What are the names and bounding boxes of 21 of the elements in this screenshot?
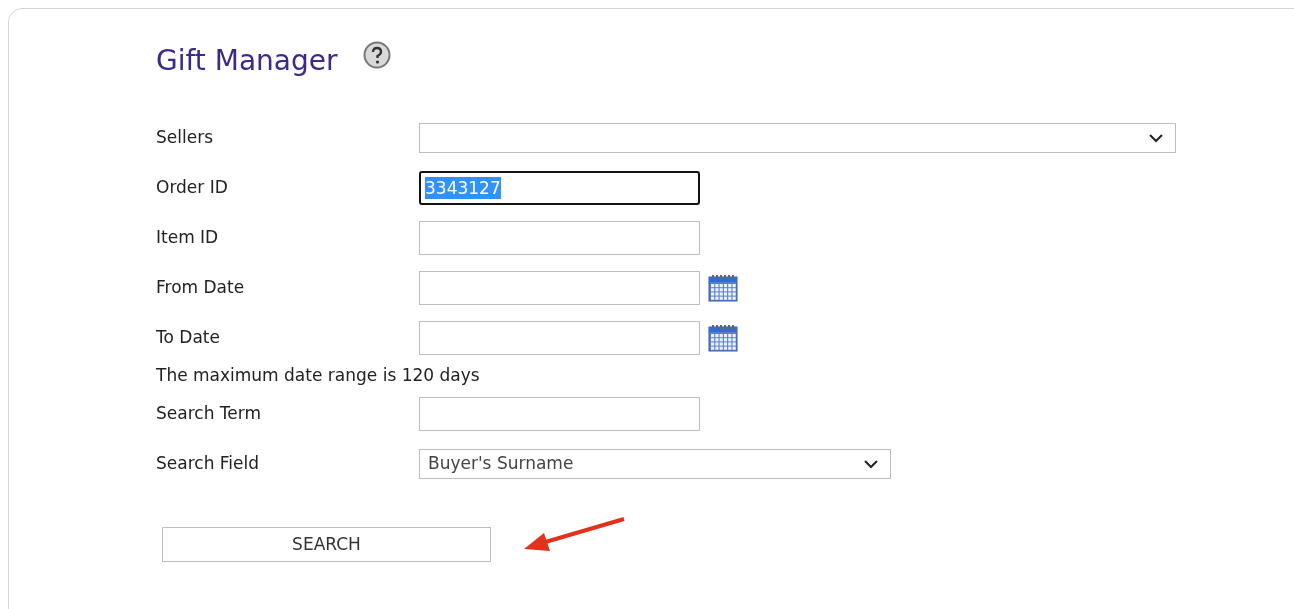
- field-label: Item ID: [156, 226, 220, 250]
- input-field[interactable]: [419, 221, 700, 255]
- calendar-icon[interactable]: [708, 274, 738, 302]
- search-button[interactable]: SEARCH: [162, 527, 491, 562]
- field-label: Order ID: [156, 176, 229, 200]
- input-field[interactable]: [419, 397, 700, 431]
- input-field[interactable]: [419, 321, 700, 355]
- field-label: To Date: [156, 326, 221, 350]
- field-label: Search Field: [156, 452, 261, 476]
- chevron-down-icon: [864, 459, 878, 469]
- date-range-note: The maximum date range is 120 days: [156, 364, 480, 388]
- dropdown[interactable]: Buyer's Surname: [419, 449, 891, 479]
- input-field[interactable]: [419, 271, 700, 305]
- help-icon[interactable]: [363, 41, 392, 69]
- calendar-icon[interactable]: [708, 324, 738, 352]
- field-label: Sellers: [156, 126, 214, 150]
- field-label: From Date: [156, 276, 246, 300]
- page-title: Gift Manager: [156, 43, 338, 79]
- chevron-down-icon: [1149, 133, 1163, 143]
- dropdown[interactable]: [419, 123, 1176, 153]
- field-label: Search Term: [156, 402, 262, 426]
